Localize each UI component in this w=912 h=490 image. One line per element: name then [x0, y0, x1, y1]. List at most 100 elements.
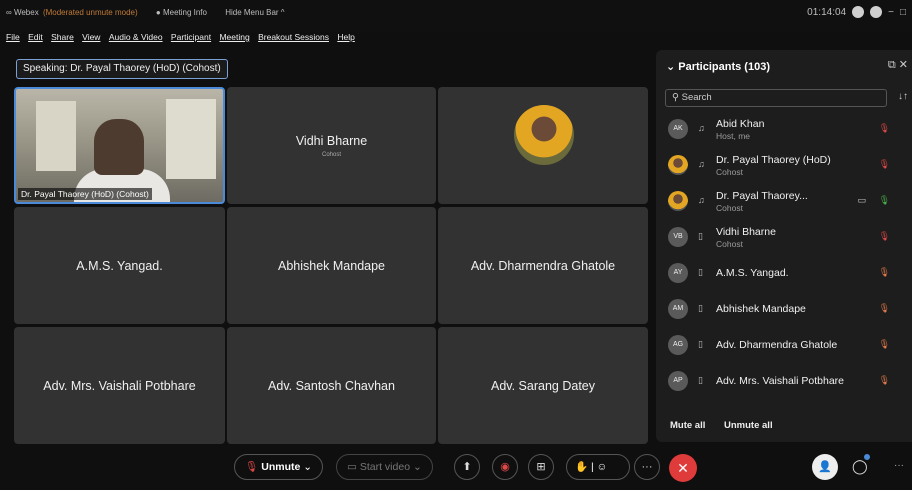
close-icon[interactable]: ✕ — [899, 59, 908, 71]
mic-muted-icon[interactable]: 🎙 — [879, 267, 890, 278]
menu-share[interactable]: Share — [51, 32, 74, 42]
video-tile[interactable]: Adv. Mrs. Vaishali Potbhare — [14, 327, 225, 444]
video-tile[interactable]: Abhishek Mandape — [227, 207, 436, 324]
chevron-down-icon: ⌄ — [303, 461, 313, 473]
end-call-icon[interactable]: ✕ — [669, 454, 697, 482]
video-tile[interactable]: Vidhi Bharne Cohost — [227, 87, 436, 204]
mode-label: (Moderated unmute mode) — [42, 8, 138, 17]
app-name: Webex — [13, 8, 39, 17]
search-input[interactable]: ⚲ Search — [665, 89, 887, 107]
status-icon[interactable] — [852, 6, 865, 18]
menu-view[interactable]: View — [82, 32, 100, 42]
webex-logo-icon: ∞ — [6, 8, 12, 17]
reactions-button[interactable]: ✋ | ☺ — [566, 454, 630, 480]
avatar: AM — [668, 299, 688, 319]
mute-all-button[interactable]: Mute all — [670, 420, 705, 431]
menu-breakout-sessions[interactable]: Breakout Sessions — [258, 32, 329, 42]
menu-help[interactable]: Help — [337, 32, 354, 42]
meeting-timer: 01:14:04 — [807, 6, 847, 18]
participant-row[interactable]: AM ▯ Abhishek Mandape 🎙 — [666, 294, 906, 328]
tile-role: Cohost — [321, 151, 341, 158]
menu-edit[interactable]: Edit — [28, 32, 43, 42]
mic-active-icon[interactable]: 🎙 — [879, 195, 890, 206]
meeting-controls: 🎙 Unmute ⌄ ▭ Start video ⌄ ⬆ ◉ ⊞ ✋ | ☺ ·… — [0, 446, 912, 490]
participant-role: Host, me — [716, 131, 751, 141]
search-placeholder: Search — [681, 92, 712, 103]
tile-name: Adv. Mrs. Vaishali Potbhare — [43, 378, 196, 393]
device-icon: ▯ — [698, 267, 703, 277]
chevron-down-icon: ⌄ — [412, 461, 422, 473]
participant-name: Abid Khan — [716, 118, 765, 130]
tile-name: Abhishek Mandape — [277, 258, 386, 273]
hide-menu-bar-button[interactable]: Hide Menu Bar ^ — [225, 8, 284, 17]
participants-icon[interactable]: 👤 — [812, 454, 838, 480]
participant-row[interactable]: AG ▯ Adv. Dharmendra Ghatole 🎙 — [666, 330, 906, 364]
participant-row[interactable]: ♫ Dr. Payal Thaorey... Cohost ▭ 🎙 — [666, 186, 906, 220]
camera-icon[interactable]: ▭ — [857, 195, 866, 206]
meeting-info-button[interactable]: ● Meeting Info — [156, 8, 207, 17]
video-tile[interactable]: A.M.S. Yangad. — [14, 207, 225, 324]
tile-name-text: Vidhi Bharne — [295, 133, 368, 148]
menu-file[interactable]: File — [6, 32, 20, 42]
avatar: AG — [668, 335, 688, 355]
video-tile[interactable]: Adv. Sarang Datey — [438, 327, 648, 444]
mic-muted-icon[interactable]: 🎙 — [879, 231, 890, 242]
mic-muted-icon[interactable]: 🎙 — [879, 339, 890, 350]
minimize-icon[interactable]: − — [888, 7, 894, 18]
video-off-icon: ▭ — [347, 461, 357, 473]
video-tile[interactable]: Adv. Dharmendra Ghatole — [438, 207, 648, 324]
unmute-button[interactable]: 🎙 Unmute ⌄ — [234, 454, 324, 480]
speaking-indicator: Speaking: Dr. Payal Thaorey (HoD) (Cohos… — [16, 59, 228, 79]
tile-name: Adv. Dharmendra Ghatole — [470, 258, 616, 273]
unmute-label: Unmute — [261, 461, 301, 473]
device-icon: ▯ — [698, 375, 703, 385]
avatar: AK — [668, 119, 688, 139]
mic-muted-icon[interactable]: 🎙 — [879, 123, 890, 134]
device-icon: ▯ — [698, 231, 703, 241]
raise-hand-icon: ✋ — [575, 461, 589, 473]
panel-title[interactable]: ⌄ Participants (103) — [666, 60, 770, 73]
participants-panel: ⌄ Participants (103) ⧉ ✕ ⚲ Search ↓↑ AK … — [656, 50, 912, 442]
apps-icon[interactable]: ⊞ — [528, 454, 554, 480]
more-icon[interactable]: ··· — [634, 454, 660, 480]
participant-row[interactable]: ♫ Dr. Payal Thaorey (HoD) Cohost 🎙 — [666, 150, 906, 184]
avatar: AY — [668, 263, 688, 283]
mic-muted-icon[interactable]: 🎙 — [879, 375, 890, 386]
participant-name: Abhishek Mandape — [716, 303, 806, 315]
share-icon[interactable]: ⬆ — [454, 454, 480, 480]
tile-name: Vidhi Bharne Cohost — [227, 134, 436, 158]
device-icon: ▯ — [698, 303, 703, 313]
more-options-icon[interactable]: ··· — [894, 460, 904, 471]
unmute-all-button[interactable]: Unmute all — [724, 420, 773, 431]
search-icon: ⚲ — [672, 92, 679, 103]
participant-name: Dr. Payal Thaorey... — [716, 190, 808, 202]
participant-role: Cohost — [716, 203, 743, 213]
tile-name: A.M.S. Yangad. — [76, 258, 163, 273]
panel-header-icons: ⧉ ✕ — [888, 58, 908, 72]
popout-icon[interactable]: ⧉ — [888, 59, 896, 71]
participant-row[interactable]: AY ▯ A.M.S. Yangad. 🎙 — [666, 258, 906, 292]
participant-row[interactable]: AP ▯ Adv. Mrs. Vaishali Potbhare 🎙 — [666, 366, 906, 400]
start-video-button[interactable]: ▭ Start video ⌄ — [336, 454, 433, 480]
mic-muted-icon: 🎙 — [245, 461, 259, 473]
chat-icon[interactable]: ◯ — [852, 454, 870, 475]
background-window — [36, 101, 76, 171]
title-bar: ∞ Webex (Moderated unmute mode) ● Meetin… — [0, 0, 912, 32]
restore-icon[interactable]: □ — [900, 7, 906, 18]
video-tile-active-speaker[interactable]: Dr. Payal Thaorey (HoD) (Cohost) — [14, 87, 225, 204]
participant-name: Vidhi Bharne — [716, 226, 776, 238]
video-tile-avatar[interactable] — [438, 87, 648, 204]
background-window — [166, 99, 216, 179]
sort-icon[interactable]: ↓↑ — [898, 91, 908, 102]
menu-audio-video[interactable]: Audio & Video — [109, 32, 163, 42]
menu-meeting[interactable]: Meeting — [219, 32, 249, 42]
participant-name: Adv. Dharmendra Ghatole — [716, 339, 838, 351]
mic-muted-icon[interactable]: 🎙 — [879, 303, 890, 314]
participant-row[interactable]: VB ▯ Vidhi Bharne Cohost 🎙 — [666, 222, 906, 256]
video-tile[interactable]: Adv. Santosh Chavhan — [227, 327, 436, 444]
participant-row[interactable]: AK ♫ Abid Khan Host, me 🎙 — [666, 114, 906, 148]
mic-muted-icon[interactable]: 🎙 — [879, 159, 890, 170]
record-icon[interactable]: ◉ — [492, 454, 518, 480]
layout-icon[interactable] — [870, 6, 883, 18]
menu-participant[interactable]: Participant — [171, 32, 211, 42]
